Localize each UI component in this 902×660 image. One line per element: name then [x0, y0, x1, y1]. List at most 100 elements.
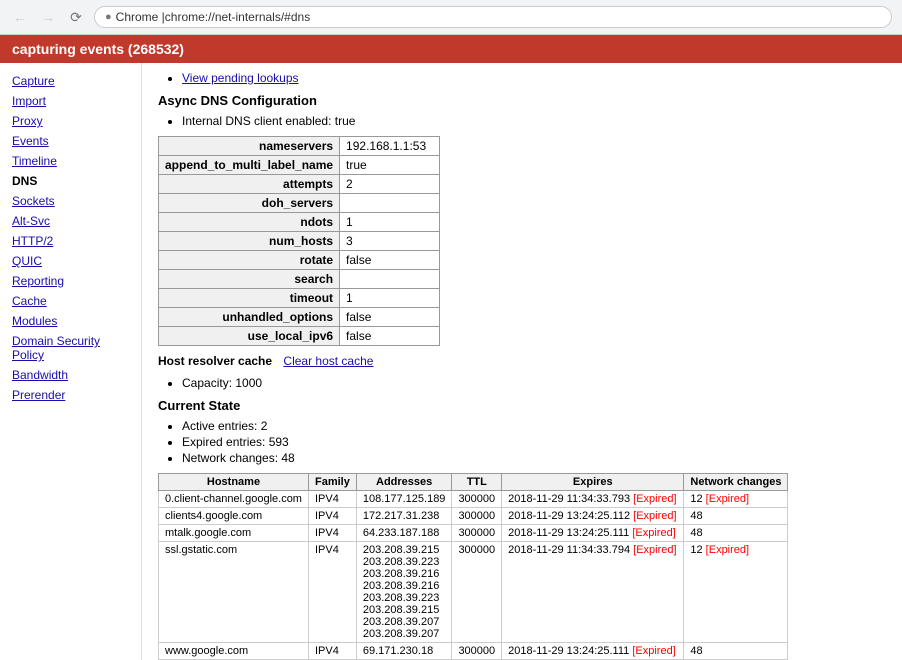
hostname-cell: 0.client-channel.google.com: [159, 491, 309, 508]
browser-toolbar: ← → ⟳ ● Chrome | chrome://net-internals/…: [0, 0, 902, 35]
sidebar-item-http-2[interactable]: HTTP/2: [0, 231, 141, 251]
ttl-cell: 300000: [452, 643, 502, 660]
sidebar-item-bandwidth[interactable]: Bandwidth: [0, 365, 141, 385]
table-row: mtalk.google.comIPV464.233.187.188300000…: [159, 525, 788, 542]
sidebar-item-dns[interactable]: DNS: [0, 171, 141, 191]
pending-lookups-item: View pending lookups: [182, 71, 886, 85]
sidebar-item-reporting[interactable]: Reporting: [0, 271, 141, 291]
table-row: doh_servers: [159, 194, 440, 213]
expires-cell: 2018-11-29 11:34:33.794 [Expired]: [502, 542, 684, 643]
addresses-cell: 172.217.31.238: [356, 508, 452, 525]
expires-cell: 2018-11-29 13:24:25.112 [Expired]: [502, 508, 684, 525]
sidebar-item-cache[interactable]: Cache: [0, 291, 141, 311]
sidebar-item-alt-svc[interactable]: Alt-Svc: [0, 211, 141, 231]
sidebar-item-modules[interactable]: Modules: [0, 311, 141, 331]
sidebar-item-domain-security-policy[interactable]: Domain Security Policy: [0, 331, 141, 365]
expired-badge: [Expired]: [633, 510, 676, 522]
clear-cache-link[interactable]: Clear host cache: [283, 354, 373, 368]
dns-config-table: nameservers192.168.1.1:53append_to_multi…: [158, 136, 440, 346]
table-row: search: [159, 270, 440, 289]
expired-badge: [Expired]: [632, 527, 675, 539]
back-button[interactable]: ←: [10, 7, 30, 27]
current-state-item: Expired entries: 593: [182, 435, 886, 449]
lock-icon: ●: [105, 11, 112, 23]
ttl-cell: 300000: [452, 542, 502, 643]
sidebar-item-capture[interactable]: Capture: [0, 71, 141, 91]
expired-badge: [Expired]: [706, 493, 749, 505]
address-bar[interactable]: ● Chrome | chrome://net-internals/#dns: [94, 6, 892, 28]
network-changes-cell: 48: [684, 525, 788, 542]
expires-cell: 2018-11-29 13:24:25.111 [Expired]: [502, 643, 684, 660]
hostname-cell: clients4.google.com: [159, 508, 309, 525]
expired-badge: [Expired]: [706, 544, 749, 556]
table-row: 0.client-channel.google.comIPV4108.177.1…: [159, 491, 788, 508]
ttl-cell: 300000: [452, 525, 502, 542]
reload-button[interactable]: ⟳: [66, 7, 86, 27]
addresses-cell: 203.208.39.215203.208.39.223203.208.39.2…: [356, 542, 452, 643]
family-cell: IPV4: [308, 491, 356, 508]
addresses-cell: 69.171.230.18: [356, 643, 452, 660]
network-changes-cell: 12 [Expired]: [684, 542, 788, 643]
family-cell: IPV4: [308, 643, 356, 660]
table-row: attempts2: [159, 175, 440, 194]
async-dns-title: Async DNS Configuration: [158, 93, 886, 108]
network-changes-cell: 48: [684, 643, 788, 660]
sidebar-item-events[interactable]: Events: [0, 131, 141, 151]
table-row: ssl.gstatic.comIPV4203.208.39.215203.208…: [159, 542, 788, 643]
addresses-cell: 64.233.187.188: [356, 525, 452, 542]
table-row: rotatefalse: [159, 251, 440, 270]
hostname-cell: ssl.gstatic.com: [159, 542, 309, 643]
address-url: chrome://net-internals/#dns: [165, 10, 310, 24]
expired-badge: [Expired]: [633, 493, 676, 505]
table-row: use_local_ipv6false: [159, 327, 440, 346]
network-changes-cell: 48: [684, 508, 788, 525]
network-changes-cell: 12 [Expired]: [684, 491, 788, 508]
current-state-list: Active entries: 2 Expired entries: 593 Net…: [182, 419, 886, 465]
expires-cell: 2018-11-29 11:34:33.793 [Expired]: [502, 491, 684, 508]
sidebar-item-quic[interactable]: QUIC: [0, 251, 141, 271]
table-row: unhandled_optionsfalse: [159, 308, 440, 327]
table-header: Addresses: [356, 474, 452, 491]
host-resolver-title: Host resolver cache: [158, 354, 272, 368]
table-row: timeout1: [159, 289, 440, 308]
table-row: ndots1: [159, 213, 440, 232]
content-area: View pending lookups Async DNS Configura…: [142, 63, 902, 660]
current-state-item: Network changes: 48: [182, 451, 886, 465]
ttl-cell: 300000: [452, 508, 502, 525]
family-cell: IPV4: [308, 525, 356, 542]
table-header: Network changes: [684, 474, 788, 491]
expired-badge: [Expired]: [633, 544, 676, 556]
sidebar-item-sockets[interactable]: Sockets: [0, 191, 141, 211]
pending-lookups-link[interactable]: View pending lookups: [182, 71, 299, 85]
table-header: TTL: [452, 474, 502, 491]
addresses-cell: 108.177.125.189: [356, 491, 452, 508]
sidebar-item-prerender[interactable]: Prerender: [0, 385, 141, 405]
current-state-item: Active entries: 2: [182, 419, 886, 433]
sidebar-item-import[interactable]: Import: [0, 91, 141, 111]
hostname-cell: mtalk.google.com: [159, 525, 309, 542]
table-header: Expires: [502, 474, 684, 491]
family-cell: IPV4: [308, 508, 356, 525]
ttl-cell: 300000: [452, 491, 502, 508]
header-title: capturing events (268532): [12, 41, 184, 57]
table-row: nameservers192.168.1.1:53: [159, 137, 440, 156]
sidebar-item-proxy[interactable]: Proxy: [0, 111, 141, 131]
capacity-text: Capacity: 1000: [182, 376, 886, 390]
data-table: HostnameFamilyAddressesTTLExpiresNetwork…: [158, 473, 788, 660]
family-cell: IPV4: [308, 542, 356, 643]
table-row: www.google.comIPV469.171.230.18300000201…: [159, 643, 788, 660]
table-row: num_hosts3: [159, 232, 440, 251]
sidebar-item-timeline[interactable]: Timeline: [0, 151, 141, 171]
sidebar: CaptureImportProxyEventsTimelineDNSSocke…: [0, 63, 142, 660]
header-bar: capturing events (268532): [0, 35, 902, 63]
forward-button[interactable]: →: [38, 7, 58, 27]
hostname-cell: www.google.com: [159, 643, 309, 660]
expires-cell: 2018-11-29 13:24:25.111 [Expired]: [502, 525, 684, 542]
address-prefix: Chrome |: [116, 10, 165, 24]
table-row: clients4.google.comIPV4172.217.31.238300…: [159, 508, 788, 525]
host-resolver-section: Host resolver cache Clear host cache: [158, 354, 886, 368]
table-header: Hostname: [159, 474, 309, 491]
current-state-title: Current State: [158, 398, 886, 413]
table-header: Family: [308, 474, 356, 491]
expired-badge: [Expired]: [632, 645, 675, 657]
